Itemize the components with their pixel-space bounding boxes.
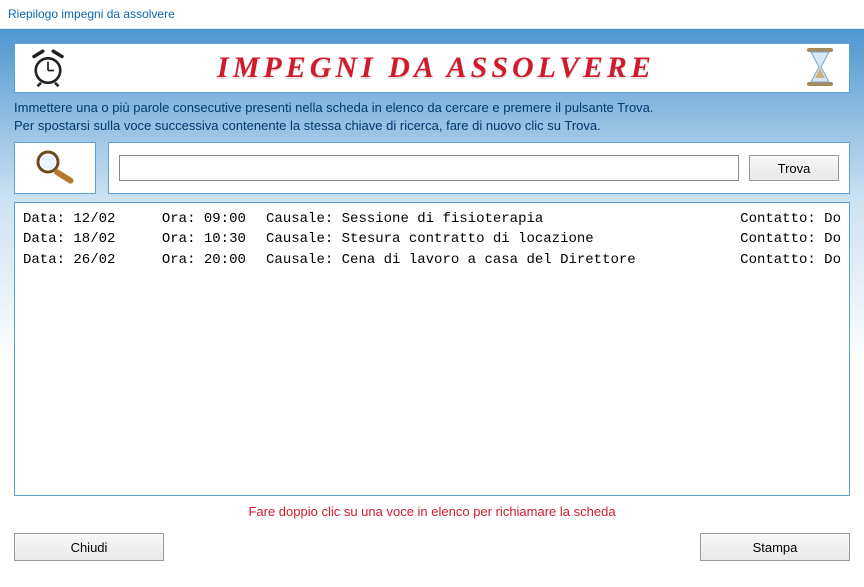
results-list[interactable]: Data: 12/02Ora: 09:00Causale: Sessione d…: [14, 202, 850, 496]
cell-ora: Ora: 20:00: [162, 250, 266, 270]
alarm-clock-icon: [27, 46, 69, 91]
double-click-hint: Fare doppio clic su una voce in elenco p…: [14, 504, 850, 519]
print-button[interactable]: Stampa: [700, 533, 850, 561]
list-item[interactable]: Data: 12/02Ora: 09:00Causale: Sessione d…: [23, 209, 841, 229]
header-banner: IMPEGNI DA ASSOLVERE: [14, 43, 850, 93]
magnifier-icon: [26, 148, 84, 189]
window-title: Riepilogo impegni da assolvere: [8, 7, 175, 21]
cell-data: Data: 18/02: [23, 229, 162, 249]
windows-titlebar: Riepilogo impegni da assolvere: [0, 0, 864, 29]
cell-ora: Ora: 09:00: [162, 209, 266, 229]
cell-causale: Causale: Stesura contratto di locazione: [266, 229, 740, 249]
cell-data: Data: 12/02: [23, 209, 162, 229]
search-input[interactable]: [119, 155, 739, 181]
hourglass-icon: [803, 46, 837, 91]
footer-row: Chiudi Stampa: [14, 533, 850, 561]
instructions: Immettere una o più parole consecutive p…: [14, 99, 850, 134]
cell-data: Data: 26/02: [23, 250, 162, 270]
cell-causale: Causale: Cena di lavoro a casa del Diret…: [266, 250, 740, 270]
cell-contatto: Contatto: Do: [740, 250, 841, 270]
cell-contatto: Contatto: Do: [740, 229, 841, 249]
cell-contatto: Contatto: Do: [740, 209, 841, 229]
window-body: IMPEGNI DA ASSOLVERE Immettere una o più…: [0, 29, 864, 587]
instructions-line-1: Immettere una o più parole consecutive p…: [14, 99, 850, 117]
list-item[interactable]: Data: 26/02Ora: 20:00Causale: Cena di la…: [23, 250, 841, 270]
cell-ora: Ora: 10:30: [162, 229, 266, 249]
close-button[interactable]: Chiudi: [14, 533, 164, 561]
find-button[interactable]: Trova: [749, 155, 839, 181]
search-icon-box: [14, 142, 96, 194]
instructions-line-2: Per spostarsi sulla voce successiva cont…: [14, 117, 850, 135]
cell-causale: Causale: Sessione di fisioterapia: [266, 209, 740, 229]
search-area: Trova: [14, 142, 850, 194]
banner-title: IMPEGNI DA ASSOLVERE: [69, 51, 803, 85]
list-item[interactable]: Data: 18/02Ora: 10:30Causale: Stesura co…: [23, 229, 841, 249]
search-box: Trova: [108, 142, 850, 194]
